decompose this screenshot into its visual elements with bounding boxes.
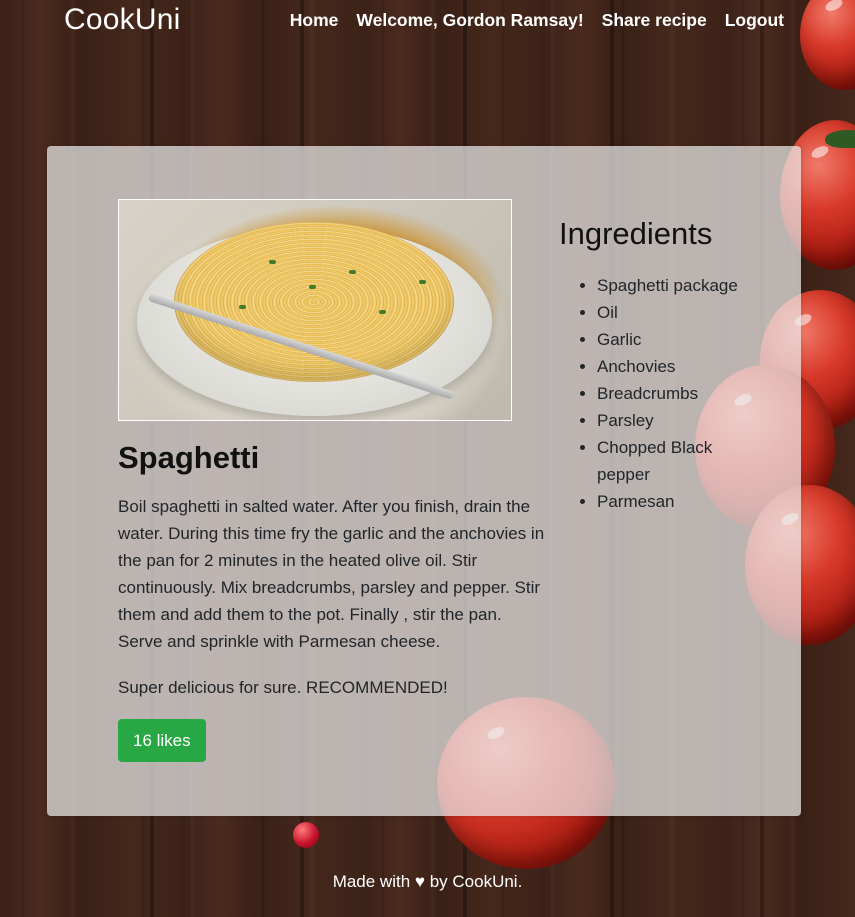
herb-icon [269, 260, 276, 264]
ingredient-item: Oil [597, 299, 757, 326]
recipe-description: Boil spaghetti in salted water. After yo… [118, 497, 545, 651]
ingredient-item: Parsley [597, 407, 757, 434]
recipe-card: Spaghetti Boil spaghetti in salted water… [47, 146, 801, 816]
nav-link-logout[interactable]: Logout [725, 10, 784, 31]
herb-icon [349, 270, 356, 274]
herb-icon [239, 305, 246, 309]
berry-image [293, 822, 319, 848]
likes-button[interactable]: 16 likes [118, 719, 206, 762]
nav-link-share-recipe[interactable]: Share recipe [602, 10, 707, 31]
ingredient-item: Chopped Black pepper [597, 434, 757, 488]
pasta-icon [174, 222, 454, 382]
herb-icon [309, 285, 316, 289]
recipe-note: Super delicious for sure. RECOMMENDED! [118, 678, 448, 697]
ingredients-heading: Ingredients [559, 216, 713, 251]
page-footer: Made with ♥ by CookUni. [0, 872, 855, 892]
ingredients-list: Spaghetti package Oil Garlic Anchovies B… [559, 272, 757, 515]
herb-icon [379, 310, 386, 314]
nav-link-home[interactable]: Home [290, 10, 339, 31]
ingredient-item: Spaghetti package [597, 272, 757, 299]
brand-logo-link[interactable]: CookUni [64, 3, 180, 37]
recipe-image [118, 199, 512, 421]
tomato-stem [825, 130, 855, 148]
ingredient-item: Breadcrumbs [597, 380, 757, 407]
ingredient-item: Garlic [597, 326, 757, 353]
nav-links: Home Welcome, Gordon Ramsay! Share recip… [290, 10, 784, 31]
recipe-title: Spaghetti [118, 440, 260, 475]
footer-text: Made with ♥ by CookUni. [332, 872, 523, 891]
ingredient-item: Parmesan [597, 488, 757, 515]
herb-icon [419, 280, 426, 284]
ingredient-item: Anchovies [597, 353, 757, 380]
top-navbar: CookUni Home Welcome, Gordon Ramsay! Sha… [0, 0, 855, 44]
nav-link-welcome-user[interactable]: Welcome, Gordon Ramsay! [356, 10, 583, 31]
